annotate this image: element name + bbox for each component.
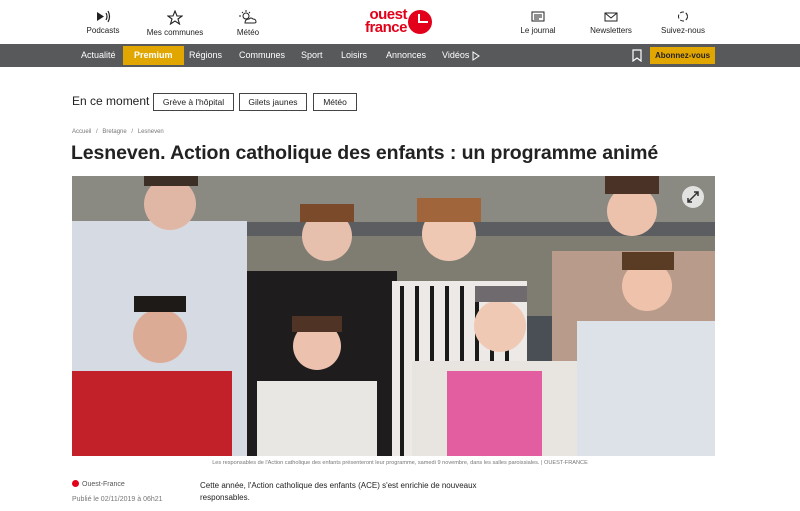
expand-icon [687,191,699,203]
menu-actualite[interactable]: Actualité [81,44,116,67]
weather-icon [239,10,257,24]
subscribe-button[interactable]: Abonnez-vous [650,47,715,64]
logo-text: ouest france [364,6,408,36]
en-ce-moment-label: En ce moment [72,94,150,108]
chip-greve-hopital[interactable]: Grève à l'hôpital [153,93,234,111]
journal-link[interactable]: Le journal [498,10,578,35]
menu-regions[interactable]: Régions [189,44,222,67]
breadcrumb-bretagne[interactable]: Bretagne [102,129,126,135]
meteo-label: Météo [236,28,260,37]
menu-premium[interactable]: Premium [123,46,184,65]
ouest-france-logo[interactable]: ouest france [354,6,434,38]
meteo-link[interactable]: Météo [208,10,288,37]
communes-label: Mes communes [146,28,204,37]
suivez-label: Suivez-nous [660,26,706,35]
newsletters-label: Newsletters [590,26,632,35]
play-sound-icon [97,10,111,23]
source-logo-icon [72,480,79,487]
group-photo-illustration [72,176,715,456]
logo-mark-icon [408,10,432,34]
top-navigation: Podcasts Mes communes Météo ouest france … [0,0,800,44]
publish-date: Publié le 02/11/2019 à 06h21 [72,496,163,503]
menu-loisirs[interactable]: Loisirs [341,44,367,67]
chip-gilets-jaunes[interactable]: Gilets jaunes [239,93,307,111]
breadcrumb: Accueil / Bretagne / Lesneven [72,129,167,135]
photo-caption: Les responsables de l'Action catholique … [212,460,588,466]
source-name: Ouest-France [82,481,125,488]
newsletters-link[interactable]: Newsletters [571,10,651,35]
article-intro: Cette année, l'Action catholique des enf… [200,481,477,502]
envelope-icon [604,12,618,22]
menu-sport[interactable]: Sport [301,44,323,67]
breadcrumb-separator: / [96,129,98,135]
menu-videos[interactable]: Vidéos [442,44,469,67]
communes-link[interactable]: Mes communes [135,10,215,37]
breadcrumb-accueil[interactable]: Accueil [72,129,91,135]
play-icon[interactable] [472,51,480,61]
suivez-link[interactable]: Suivez-nous [643,10,723,35]
bookmark-icon[interactable] [632,49,642,62]
journal-label: Le journal [520,26,556,35]
expand-button[interactable] [682,186,704,208]
menu-communes[interactable]: Communes [239,44,285,67]
star-icon [167,10,183,25]
article-source: Ouest-France [72,480,125,488]
breadcrumb-lesneven[interactable]: Lesneven [138,129,164,135]
breadcrumb-separator: / [131,129,134,135]
menu-annonces[interactable]: Annonces [386,44,426,67]
chip-meteo[interactable]: Météo [313,93,357,111]
newspaper-icon [531,11,545,22]
follow-icon [678,11,688,22]
podcasts-label: Podcasts [86,26,120,35]
article-photo[interactable] [72,176,715,456]
podcasts-link[interactable]: Podcasts [63,10,143,35]
article-title: Lesneven. Action catholique des enfants … [71,142,659,164]
